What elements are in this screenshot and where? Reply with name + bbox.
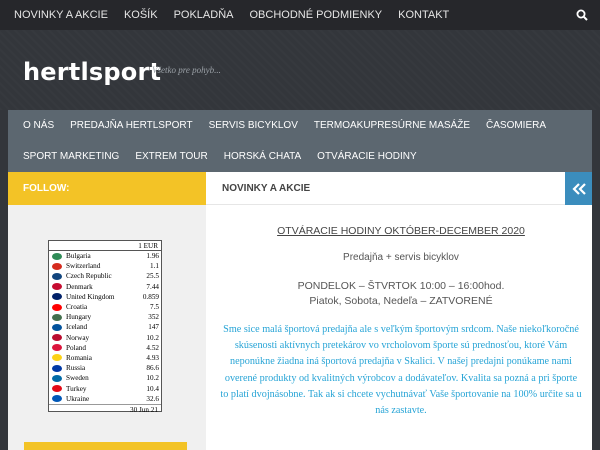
mainnav-item-horska-chata[interactable]: HORSKÁ CHATA xyxy=(216,141,309,172)
currency-value: 4.93 xyxy=(146,353,159,362)
currency-value: 1.96 xyxy=(146,252,159,261)
site-header: hertlsport Všetko pre pohyb... xyxy=(0,30,600,110)
currency-row: United Kingdom 0.859 xyxy=(49,292,161,302)
currency-value: 147 xyxy=(148,323,159,332)
currency-header: 1 EUR xyxy=(49,241,161,251)
article-hours-weekdays: PONDELOK – ŠTVRTOK 10:00 – 16:00hod. xyxy=(297,280,505,292)
currency-row: Ukraine 32.6 xyxy=(49,394,161,404)
currency-rows: Bulgaria 1.96 Switzerland 1.1 Czech Republic… xyxy=(49,251,161,404)
currency-country: United Kingdom xyxy=(66,292,115,301)
mainnav-item-casomiera[interactable]: ČASOMIERA xyxy=(478,110,554,141)
mainnav-item-o-nas[interactable]: O NÁS xyxy=(15,110,62,141)
flag-icon xyxy=(52,272,62,280)
flag-icon xyxy=(52,283,62,291)
currency-widget: 1 EUR Bulgaria 1.96 Switzerland 1.1 Czech Re… xyxy=(48,240,162,414)
currency-row: Sweden 10.2 xyxy=(49,373,161,383)
currency-country: Croatia xyxy=(66,303,88,312)
currency-country: Ukraine xyxy=(66,394,90,403)
currency-country: Turkey xyxy=(66,384,87,393)
currency-row: Turkey 10.4 xyxy=(49,383,161,393)
topnav-item-kontakt[interactable]: KONTAKT xyxy=(390,0,457,30)
article-hours-weekend: Piatok, Sobota, Nedeľa – ZATVORENÉ xyxy=(309,295,493,307)
currency-value: 352 xyxy=(148,313,159,322)
flag-icon xyxy=(52,385,62,393)
search-icon xyxy=(576,9,588,21)
currency-country: Hungary xyxy=(66,313,92,322)
currency-row: Hungary 352 xyxy=(49,312,161,322)
mainnav-item-servis[interactable]: SERVIS BICYKLOV xyxy=(201,110,306,141)
currency-date: 30 Jun 21 xyxy=(49,403,161,414)
currency-country: Poland xyxy=(66,343,86,352)
sidebar-yellow-button[interactable] xyxy=(24,442,187,450)
flag-icon xyxy=(52,334,62,342)
main-navigation: O NÁS PREDAJŇA HERTLSPORT SERVIS BICYKLO… xyxy=(8,110,592,172)
currency-value: 86.6 xyxy=(146,364,159,373)
currency-row: Czech Republic 25.5 xyxy=(49,271,161,281)
flag-icon xyxy=(52,354,62,362)
currency-value: 10.4 xyxy=(146,384,159,393)
flag-icon xyxy=(52,374,62,382)
flag-icon xyxy=(52,344,62,352)
flag-icon xyxy=(52,262,62,270)
currency-country: Bulgaria xyxy=(66,252,91,261)
currency-row: Bulgaria 1.96 xyxy=(49,251,161,261)
currency-row: Norway 10.2 xyxy=(49,333,161,343)
mainnav-item-sport-marketing[interactable]: SPORT MARKETING xyxy=(15,141,127,172)
currency-row: Russia 86.6 xyxy=(49,363,161,373)
currency-row: Denmark 7.44 xyxy=(49,282,161,292)
mainnav-item-extrem-tour[interactable]: EXTREM TOUR xyxy=(127,141,215,172)
currency-row: Romania 4.93 xyxy=(49,353,161,363)
flag-icon xyxy=(52,323,62,331)
currency-country: Denmark xyxy=(66,282,93,291)
site-title[interactable]: hertlsport xyxy=(23,58,161,86)
mainnav-item-otvaracie-hodiny[interactable]: OTVÁRACIE HODINY xyxy=(309,141,424,172)
currency-row: Croatia 7.5 xyxy=(49,302,161,312)
currency-value: 25.5 xyxy=(146,272,159,281)
mainnav-item-predajna[interactable]: PREDAJŇA HERTLSPORT xyxy=(62,110,200,141)
currency-row: Iceland 147 xyxy=(49,322,161,332)
currency-country: Romania xyxy=(66,353,92,362)
currency-row: Switzerland 1.1 xyxy=(49,261,161,271)
currency-value: 32.6 xyxy=(146,394,159,403)
currency-country: Iceland xyxy=(66,323,88,332)
currency-value: 0.859 xyxy=(142,292,159,301)
article-title-link[interactable]: OTVÁRACIE HODINY OKTÓBER-DECEMBER 2020 xyxy=(216,225,586,237)
content-header: NOVINKY A AKCIE xyxy=(206,172,565,205)
currency-value: 1.1 xyxy=(150,262,159,271)
article-subtitle: Predajňa + servis bicyklov xyxy=(343,252,459,263)
site-description: Všetko pre pohyb... xyxy=(152,65,221,75)
topnav-item-novinky[interactable]: NOVINKY a AKCIE xyxy=(0,0,116,30)
topnav-item-kosik[interactable]: KOŠÍK xyxy=(116,0,166,30)
flag-icon xyxy=(52,293,62,301)
currency-country: Sweden xyxy=(66,374,89,383)
currency-value: 4.52 xyxy=(146,343,159,352)
search-button[interactable] xyxy=(564,0,600,30)
sidebar-collapse-button[interactable] xyxy=(565,172,592,205)
topnav-item-obchodne-podmienky[interactable]: OBCHODNÉ PODMIENKY xyxy=(242,0,391,30)
currency-value: 7.5 xyxy=(150,303,159,312)
flag-icon xyxy=(52,395,62,403)
flag-icon xyxy=(52,313,62,321)
currency-country: Norway xyxy=(66,333,90,342)
double-chevron-left-icon xyxy=(571,182,586,195)
topnav-item-pokladna[interactable]: POKLADŇA xyxy=(166,0,242,30)
currency-value: 7.44 xyxy=(146,282,159,291)
currency-country: Russia xyxy=(66,364,86,373)
currency-country: Switzerland xyxy=(66,262,101,271)
currency-value: 10.2 xyxy=(146,374,159,383)
currency-value: 10.2 xyxy=(146,333,159,342)
currency-country: Czech Republic xyxy=(66,272,112,281)
mainnav-item-masaze[interactable]: TERMOAKUPRESÚRNE MASÁŽE xyxy=(306,110,478,141)
top-navigation: NOVINKY a AKCIE KOŠÍK POKLADŇA OBCHODNÉ … xyxy=(0,0,600,30)
currency-row: Poland 4.52 xyxy=(49,343,161,353)
flag-icon xyxy=(52,303,62,311)
article-body: Sme sice malá športová predajňa ale s ve… xyxy=(220,324,582,417)
follow-header: FOLLOW: xyxy=(8,172,206,205)
flag-icon xyxy=(52,364,62,372)
flag-icon xyxy=(52,252,62,260)
